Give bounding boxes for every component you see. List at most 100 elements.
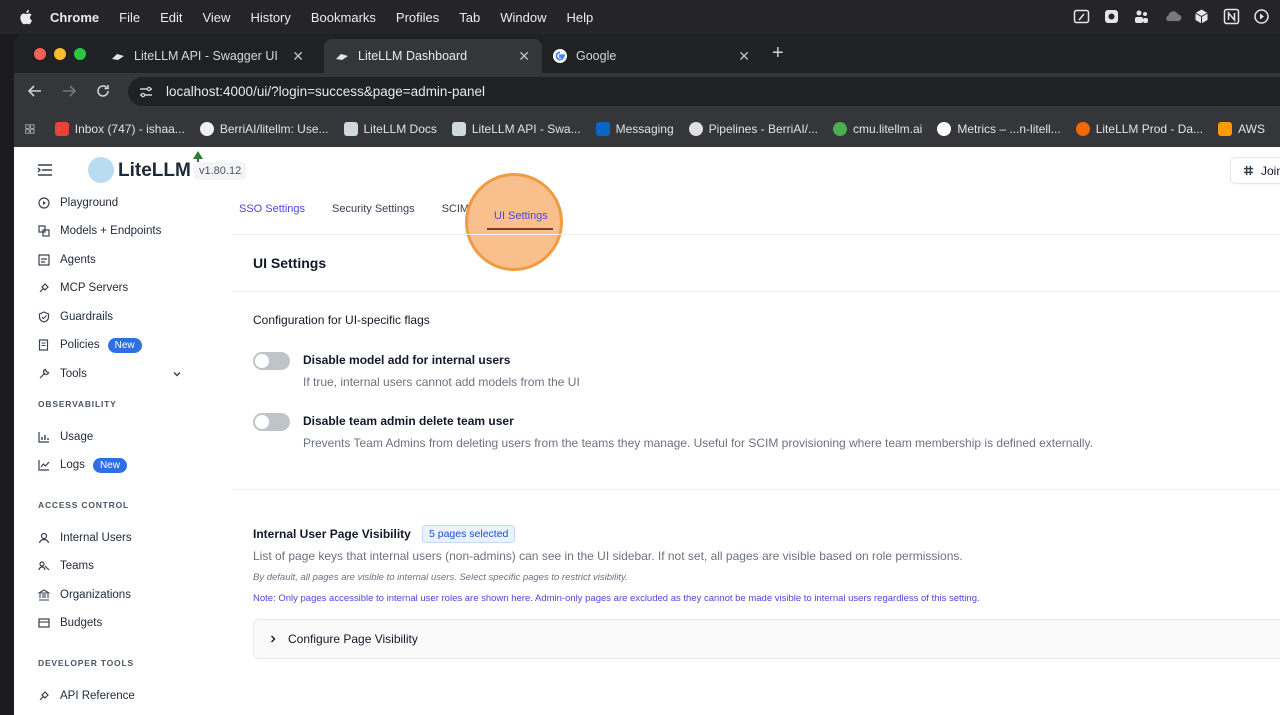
new-tab-button[interactable]: + [772, 43, 784, 63]
option-title: Disable team admin delete team user [303, 414, 514, 428]
menu-view[interactable]: View [202, 10, 230, 25]
cube-icon[interactable] [1193, 8, 1210, 25]
url-text[interactable]: localhost:4000/ui/?login=success&page=ad… [166, 84, 485, 99]
menu-history[interactable]: History [250, 10, 290, 25]
sidebar-item-budgets[interactable]: Budgets [38, 613, 102, 633]
address-bar[interactable]: localhost:4000/ui/?login=success&page=ad… [128, 77, 1280, 106]
bookmark-litellm-docs[interactable]: LiteLLM Docs [343, 121, 437, 136]
play-circle-tray-icon[interactable] [1253, 8, 1270, 25]
close-tab-icon[interactable]: ✕ [518, 48, 530, 65]
bookmark-label: LiteLLM Docs [363, 121, 437, 136]
back-icon[interactable] [26, 82, 44, 100]
menu-icon[interactable] [37, 163, 53, 177]
sidebar-item-guardrails[interactable]: Guardrails [38, 307, 113, 327]
screenshot-icon[interactable] [1073, 8, 1090, 25]
sidebar-item-usage[interactable]: Usage [38, 427, 93, 447]
menu-profiles[interactable]: Profiles [396, 10, 439, 25]
reload-icon[interactable] [94, 82, 112, 100]
sidebar-item-label: Logs [60, 459, 85, 471]
sidebar-item-label: MCP Servers [60, 282, 129, 294]
notion-icon[interactable] [1223, 8, 1240, 25]
chevron-right-icon [271, 635, 276, 643]
brand-name: LiteLLM [118, 160, 191, 181]
api-icon [39, 691, 49, 701]
minimize-window-button[interactable] [54, 48, 66, 60]
site-info-icon[interactable] [138, 84, 154, 100]
apps-grid-icon[interactable] [25, 122, 35, 136]
bookmark-label: cmu.litellm.ai [853, 121, 923, 136]
bookmark-litellm-prod[interactable]: LiteLLM Prod - Da... [1075, 121, 1203, 136]
sidebar-item-api-reference[interactable]: API Reference [38, 686, 135, 706]
sidebar-item-organizations[interactable]: Organizations [38, 585, 131, 605]
sidebar-item-label: Teams [60, 560, 94, 572]
sidebar-item-playground[interactable]: Playground [38, 193, 118, 213]
bookmark-metrics[interactable]: Metrics – ...n-litell... [937, 121, 1061, 136]
litellm-logo-icon [88, 157, 114, 183]
menu-help[interactable]: Help [567, 10, 594, 25]
apple-icon[interactable] [17, 8, 35, 26]
litellm-dashboard: LiteLLM v1.80.12 Join Playground Models … [14, 147, 1280, 715]
bookmark-gmail[interactable]: Inbox (747) - ishaa... [54, 121, 185, 136]
sidebar-item-teams[interactable]: Teams [38, 556, 94, 576]
bookmark-litellm-api[interactable]: LiteLLM API - Swa... [451, 121, 581, 136]
people-icon[interactable] [1133, 8, 1150, 25]
observability-section-label: OBSERVABILITY [38, 399, 117, 409]
option-description: Prevents Team Admins from deleting users… [303, 436, 1093, 450]
bookmark-aws[interactable]: AWS [1218, 121, 1265, 136]
window-controls [34, 48, 86, 60]
sidebar-item-models[interactable]: Models + Endpoints [38, 221, 161, 241]
page-header: LiteLLM v1.80.12 Join [14, 147, 1280, 192]
bookmark-label: BerriAI/litellm: Use... [219, 121, 329, 136]
configure-page-visibility-accordion[interactable]: Configure Page Visibility [253, 619, 1280, 659]
close-tab-icon[interactable]: ✕ [292, 48, 304, 65]
menu-bookmarks[interactable]: Bookmarks [311, 10, 376, 25]
tab-sso-settings[interactable]: SSO Settings [239, 196, 305, 224]
pipelines-icon [688, 121, 703, 136]
tab-security-settings[interactable]: Security Settings [332, 196, 415, 224]
teams-icon [38, 561, 50, 571]
agents-icon [38, 254, 50, 266]
config-description: Configuration for UI-specific flags [253, 313, 430, 327]
bookmark-pipelines[interactable]: Pipelines - BerriAI/... [688, 121, 818, 136]
menu-file[interactable]: File [119, 10, 140, 25]
litellm-icon [451, 121, 466, 136]
policies-icon [38, 339, 49, 351]
sidebar-item-agents[interactable]: Agents [38, 250, 96, 270]
browser-tab-dashboard[interactable]: LiteLLM Dashboard ✕ [324, 39, 542, 73]
forward-icon[interactable] [60, 82, 78, 100]
tab-ui-settings[interactable]: UI Settings [494, 210, 548, 222]
sidebar-item-label: Models + Endpoints [60, 225, 162, 237]
menu-window[interactable]: Window [500, 10, 546, 25]
line-chart-icon [38, 460, 50, 471]
zoom-window-button[interactable] [74, 48, 86, 60]
github-icon [199, 121, 214, 136]
menu-chrome[interactable]: Chrome [50, 10, 99, 25]
bookmark-cmu[interactable]: cmu.litellm.ai [833, 121, 923, 136]
visibility-note: Note: Only pages accessible to internal … [253, 593, 980, 604]
sidebar-item-internal-users[interactable]: Internal Users [38, 528, 132, 548]
close-tab-icon[interactable]: ✕ [738, 48, 750, 65]
menu-edit[interactable]: Edit [160, 10, 182, 25]
disable-team-admin-delete-toggle[interactable] [253, 413, 290, 431]
sidebar-item-label: Budgets [60, 617, 103, 629]
sidebar-item-mcp-servers[interactable]: MCP Servers [38, 278, 128, 298]
browser-tab-title: Google [576, 49, 617, 63]
cloud-icon[interactable] [1163, 8, 1182, 25]
macos-menu-bar: Chrome File Edit View History Bookmarks … [0, 0, 1280, 34]
close-window-button[interactable] [34, 48, 46, 60]
sidebar-item-logs[interactable]: Logs New [38, 455, 127, 475]
sidebar-item-tools[interactable]: Tools [38, 364, 87, 384]
disable-model-add-toggle[interactable] [253, 352, 290, 370]
version-badge: v1.80.12 [194, 162, 247, 180]
chevron-down-icon[interactable] [172, 369, 182, 379]
browser-tab-google[interactable]: Google ✕ [552, 39, 762, 73]
google-icon [937, 121, 952, 136]
sidebar-item-label: Agents [60, 254, 96, 266]
gear-badge-icon[interactable] [1103, 8, 1120, 25]
join-button[interactable]: Join [1230, 157, 1280, 184]
browser-tab-swagger[interactable]: LiteLLM API - Swagger UI ✕ [110, 39, 316, 73]
sidebar-item-policies[interactable]: Policies New [38, 335, 142, 355]
bookmark-github[interactable]: BerriAI/litellm: Use... [199, 121, 329, 136]
menu-tab[interactable]: Tab [459, 10, 480, 25]
bookmark-linkedin[interactable]: Messaging [595, 121, 674, 136]
